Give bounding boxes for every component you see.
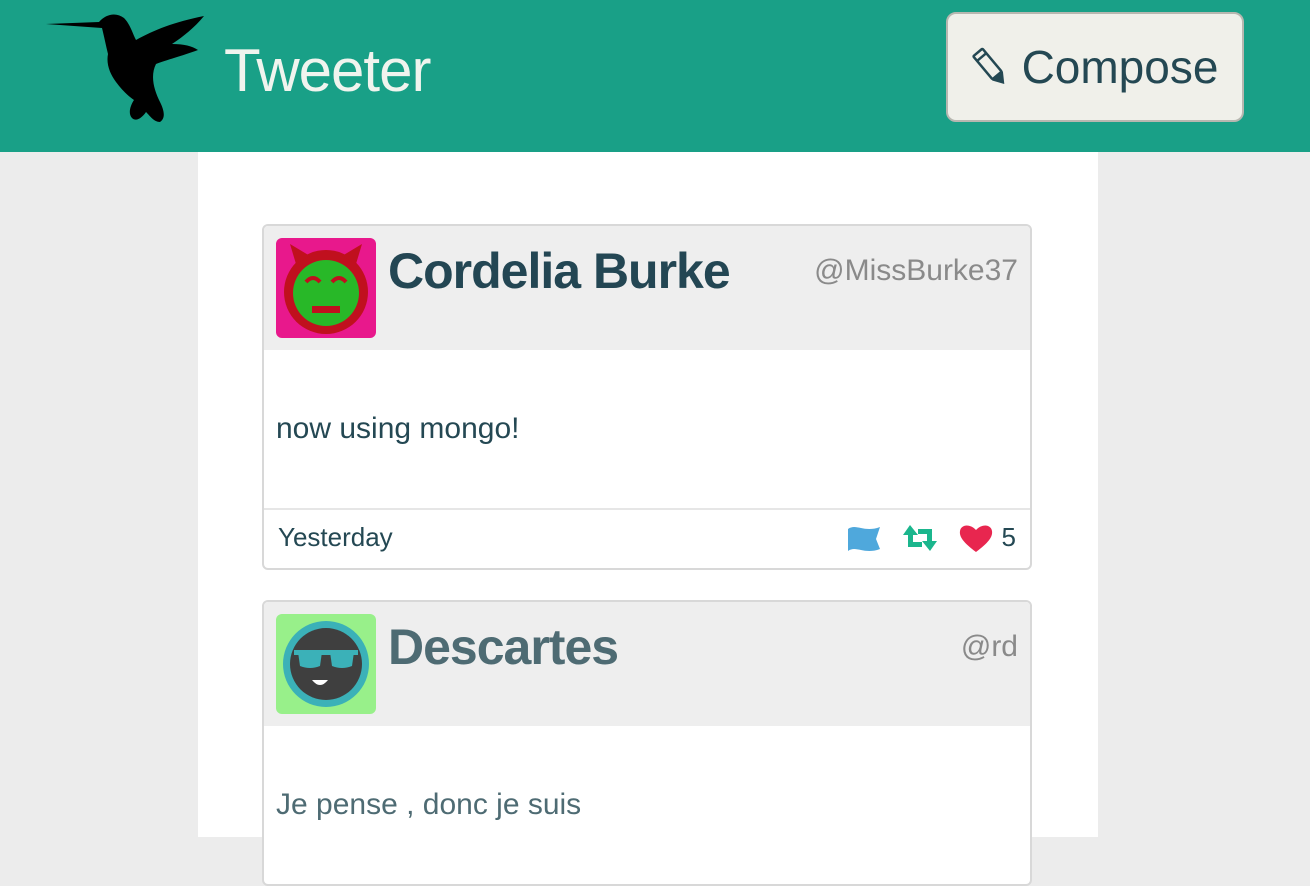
tweet-text: Je pense , donc je suis bbox=[276, 788, 582, 821]
pencil-icon bbox=[971, 47, 1004, 85]
tweet-body: now using mongo! bbox=[264, 350, 1030, 508]
author-handle[interactable]: @rd bbox=[961, 630, 1018, 664]
tweet-card: Cordelia Burke @MissBurke37 now using mo… bbox=[262, 224, 1032, 570]
author-handle[interactable]: @MissBurke37 bbox=[814, 254, 1018, 288]
timeline: Cordelia Burke @MissBurke37 now using mo… bbox=[198, 152, 1098, 886]
tweet-footer: Yesterday 5 bbox=[264, 508, 1030, 568]
like-count: 5 bbox=[1001, 522, 1016, 552]
tweet-text: now using mongo! bbox=[276, 412, 520, 445]
devil-face-avatar[interactable] bbox=[276, 238, 376, 338]
tweet-actions: 5 bbox=[846, 522, 1016, 553]
author-name[interactable]: Cordelia Burke bbox=[388, 240, 731, 302]
top-bar: Tweeter Compose bbox=[0, 0, 1310, 152]
compose-label: Compose bbox=[1021, 41, 1219, 93]
sunglasses-face-icon bbox=[283, 621, 369, 707]
heart-icon[interactable] bbox=[958, 523, 994, 553]
hummingbird-icon bbox=[46, 14, 204, 122]
app-title: Tweeter bbox=[224, 37, 431, 104]
tweet-date: Yesterday bbox=[278, 522, 393, 552]
sunglasses-face-avatar[interactable] bbox=[276, 614, 376, 714]
tweet-header: Cordelia Burke @MissBurke37 bbox=[264, 226, 1030, 350]
retweet-icon[interactable] bbox=[902, 523, 938, 553]
author-name[interactable]: Descartes bbox=[388, 616, 619, 678]
compose-button[interactable]: Compose bbox=[946, 12, 1244, 122]
flag-icon[interactable] bbox=[846, 523, 882, 553]
devil-face-icon bbox=[284, 244, 368, 334]
tweet-body: Je pense , donc je suis bbox=[264, 726, 1030, 884]
tweet-header: Descartes @rd bbox=[264, 602, 1030, 726]
tweet-card: Descartes @rd Je pense , donc je suis bbox=[262, 600, 1032, 886]
